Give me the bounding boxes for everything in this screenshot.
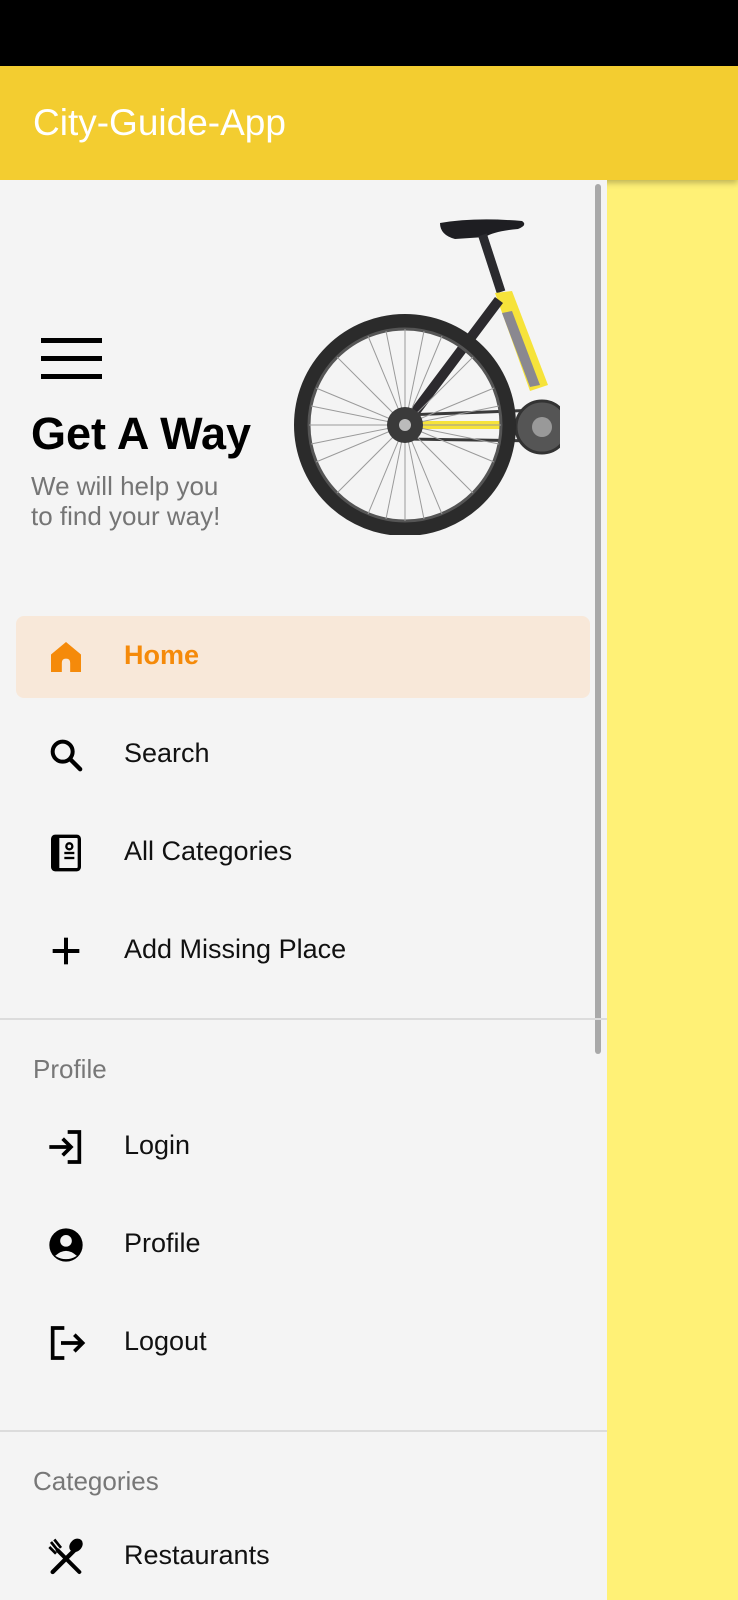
nav-item-all-categories[interactable]: All Categories bbox=[16, 812, 590, 894]
nav-item-label: Search bbox=[124, 738, 210, 768]
nav-item-login[interactable]: Login bbox=[16, 1106, 590, 1188]
drawer-header-subtitle: We will help you to find your way! bbox=[31, 471, 281, 531]
nav-item-label: Logout bbox=[124, 1326, 207, 1356]
nav-item-add-missing-place[interactable]: Add Missing Place bbox=[16, 910, 590, 992]
nav-item-restaurants[interactable]: Restaurants bbox=[16, 1516, 590, 1598]
home-icon bbox=[51, 642, 81, 672]
nav-item-label: Restaurants bbox=[124, 1540, 270, 1570]
nav-item-label: Login bbox=[124, 1130, 191, 1160]
nav-item-label: Home bbox=[124, 640, 200, 670]
drawer-scrim[interactable] bbox=[607, 180, 738, 1600]
subtitle-line-2: to find your way! bbox=[31, 501, 221, 531]
section-heading-profile: Profile bbox=[33, 1054, 107, 1084]
account-circle-icon bbox=[49, 1228, 83, 1262]
nav-item-label: Add Missing Place bbox=[124, 934, 347, 964]
status-bar bbox=[0, 0, 738, 66]
drawer-scrollbar[interactable] bbox=[595, 184, 601, 1054]
app-bar: City-Guide-App bbox=[0, 66, 738, 180]
nav-item-label: Profile bbox=[124, 1228, 201, 1258]
drawer-header-title: Get A Way bbox=[31, 408, 252, 459]
bicycle-illustration bbox=[294, 219, 560, 535]
logout-icon bbox=[50, 1326, 86, 1360]
plus-icon bbox=[52, 937, 80, 965]
navigation-drawer: Get A Way We will help you to find your … bbox=[0, 180, 607, 1600]
nav-item-label: All Categories bbox=[124, 836, 293, 866]
subtitle-line-1: We will help you bbox=[31, 471, 219, 501]
menu-icon[interactable] bbox=[41, 338, 102, 380]
divider bbox=[0, 1018, 607, 1020]
nav-item-profile[interactable]: Profile bbox=[16, 1204, 590, 1286]
section-heading-categories: Categories bbox=[33, 1466, 159, 1496]
app-title: City-Guide-App bbox=[33, 102, 286, 143]
restaurant-icon bbox=[48, 1538, 83, 1575]
search-icon bbox=[50, 739, 83, 772]
login-icon bbox=[49, 1130, 82, 1164]
book-icon bbox=[51, 834, 81, 872]
nav-item-logout[interactable]: Logout bbox=[16, 1302, 590, 1384]
divider bbox=[0, 1430, 607, 1432]
nav-item-home[interactable]: Home bbox=[16, 616, 590, 698]
nav-item-search[interactable]: Search bbox=[16, 714, 590, 796]
